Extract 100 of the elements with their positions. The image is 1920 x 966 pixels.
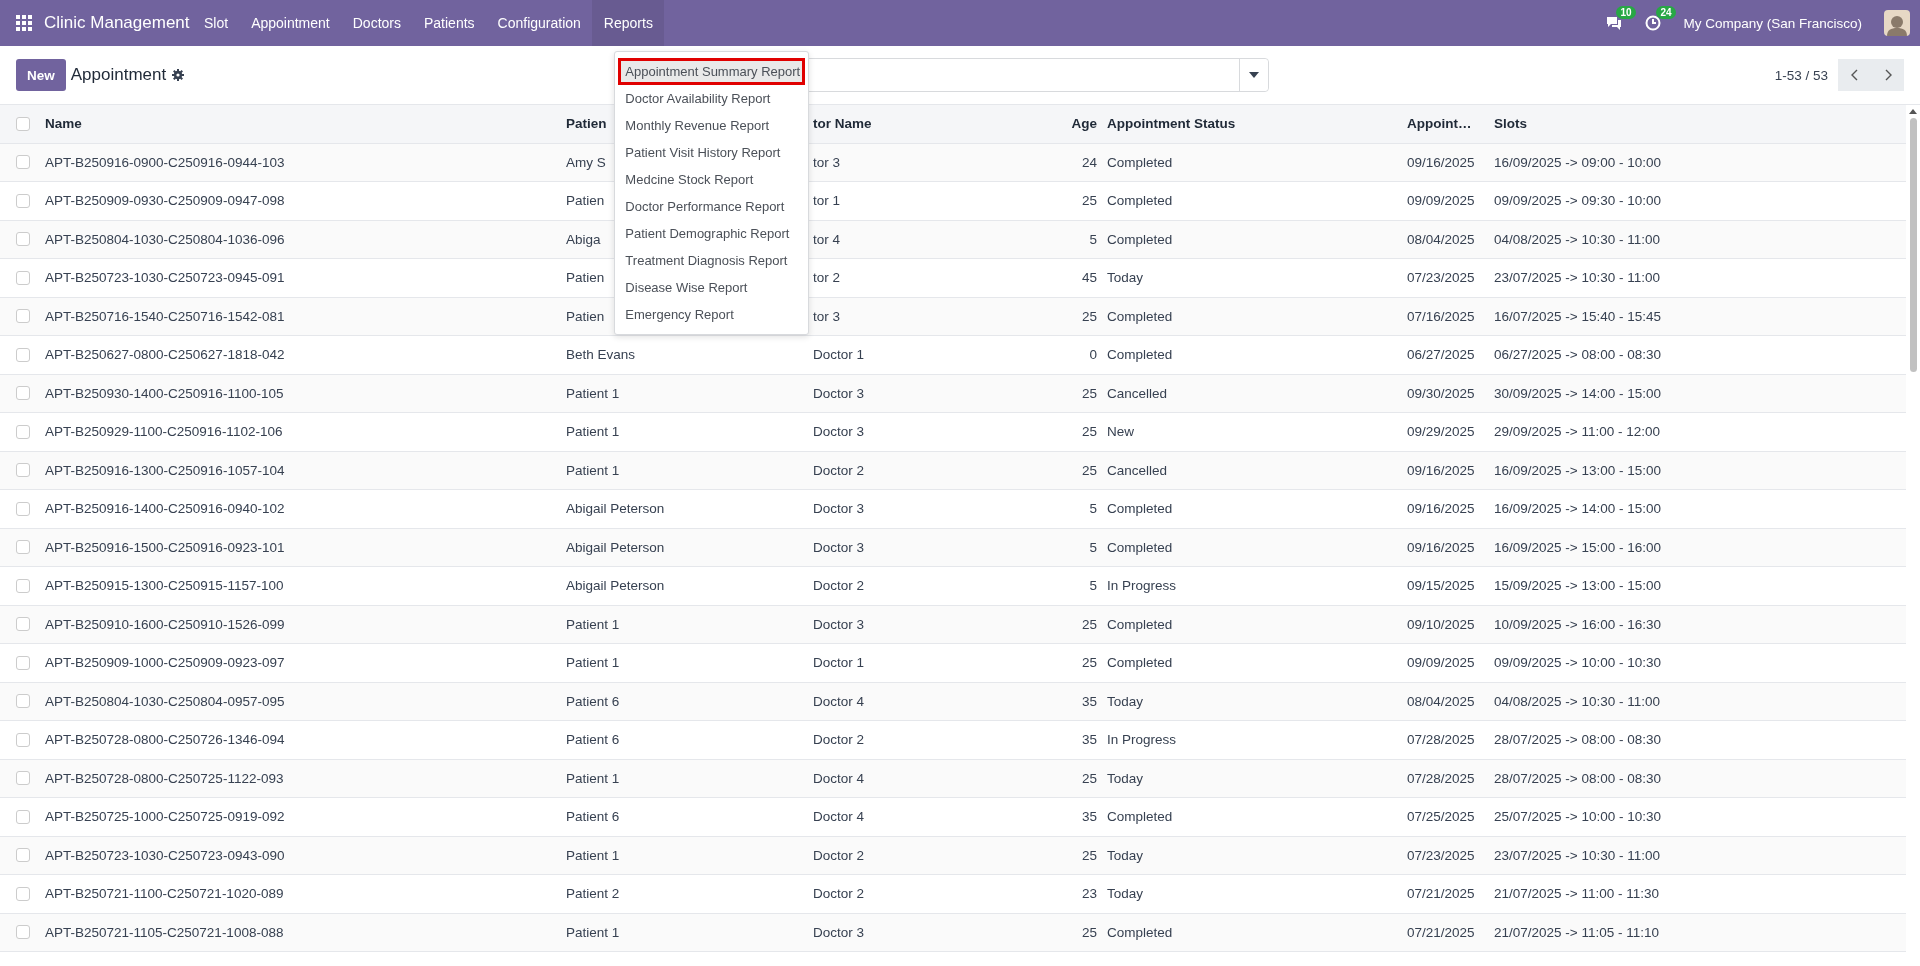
menu-item[interactable]: Slot: [192, 0, 240, 46]
table-cell: 09/16/2025: [1407, 539, 1475, 555]
table-cell: APT-B250627-0800-C250627-1818-042: [45, 347, 285, 363]
column-header[interactable]: Age: [1071, 116, 1097, 132]
table-cell: 21/07/2025 -> 11:00 - 11:30: [1494, 886, 1659, 902]
row-checkbox[interactable]: [16, 617, 30, 632]
table-cell: 21/07/2025 -> 11:05 - 11:10: [1494, 924, 1659, 940]
row-checkbox[interactable]: [16, 309, 30, 324]
table-cell: Patient 1: [566, 847, 620, 863]
menu-item[interactable]: Appointment: [239, 0, 342, 46]
column-header[interactable]: Patien: [566, 116, 607, 132]
column-header[interactable]: Appoint…: [1407, 116, 1472, 132]
row-checkbox[interactable]: [16, 463, 30, 478]
table-cell: Completed: [1107, 347, 1173, 363]
row-checkbox[interactable]: [16, 771, 30, 786]
table-cell: 16/09/2025 -> 13:00 - 15:00: [1494, 462, 1661, 478]
column-header[interactable]: Name: [45, 116, 82, 132]
menu-item[interactable]: Patients: [412, 0, 487, 46]
table-cell: 25: [1081, 924, 1097, 940]
table-cell: 25/07/2025 -> 10:00 - 10:30: [1494, 809, 1661, 825]
scrollbar-thumb[interactable]: [1909, 118, 1917, 372]
table-cell: 16/09/2025 -> 09:00 - 10:00: [1494, 154, 1661, 170]
table-cell: Doctor 1: [813, 655, 865, 671]
table-cell: Completed: [1107, 539, 1173, 555]
row-checkbox[interactable]: [16, 501, 30, 516]
next-page-button[interactable]: [1871, 59, 1904, 91]
row-checkbox[interactable]: [16, 655, 30, 670]
table-cell: 07/21/2025: [1407, 886, 1475, 902]
table-cell: 28/07/2025 -> 08:00 - 08:30: [1494, 770, 1661, 786]
row-checkbox[interactable]: [16, 155, 30, 170]
table-cell: Patien: [566, 270, 605, 286]
row-checkbox[interactable]: [16, 386, 30, 401]
row-checkbox[interactable]: [16, 809, 30, 824]
table-cell: tor 2: [813, 270, 840, 286]
row-checkbox[interactable]: [16, 578, 30, 593]
search-options-toggle[interactable]: [1239, 59, 1269, 91]
table-cell: 25: [1081, 193, 1097, 209]
column-header[interactable]: tor Name: [813, 116, 872, 132]
table-cell: Patient 1: [566, 385, 620, 401]
table-cell: 09/09/2025 -> 09:30 - 10:00: [1494, 193, 1661, 209]
row-checkbox[interactable]: [16, 347, 30, 362]
row-checkbox[interactable]: [16, 193, 30, 208]
gear-icon[interactable]: [172, 69, 185, 81]
pager-value: 1-53 / 53: [1774, 67, 1828, 83]
table-cell: 06/27/2025 -> 08:00 - 08:30: [1494, 347, 1661, 363]
table-cell: Cancelled: [1107, 385, 1168, 401]
menu-item[interactable]: Reports: [592, 0, 665, 46]
table-cell: Patient 6: [566, 693, 620, 709]
table-cell: 09/09/2025 -> 10:00 - 10:30: [1494, 655, 1661, 671]
table-cell: 09/16/2025: [1407, 462, 1475, 478]
table-cell: 29/09/2025 -> 11:00 - 12:00: [1494, 424, 1660, 440]
chat-icon[interactable]: [1605, 15, 1624, 31]
row-checkbox[interactable]: [16, 886, 30, 901]
row-checkbox[interactable]: [16, 540, 30, 555]
company-name[interactable]: My Company (San Francisco): [1683, 15, 1862, 31]
row-checkbox[interactable]: [16, 270, 30, 285]
new-button[interactable]: New: [16, 59, 66, 91]
column-header[interactable]: Appointment Status: [1107, 116, 1236, 132]
table-cell: 35: [1081, 693, 1097, 709]
table-cell: APT-B250723-1030-C250723-0945-091: [45, 270, 285, 286]
table-cell: APT-B250909-0930-C250909-0947-098: [45, 193, 285, 209]
table-cell: tor 3: [813, 308, 840, 324]
table-cell: Completed: [1107, 924, 1173, 940]
table-cell: Completed: [1107, 501, 1173, 517]
table-cell: APT-B250909-1000-C250909-0923-097: [45, 655, 285, 671]
previous-page-button[interactable]: [1838, 59, 1871, 91]
table-cell: Completed: [1107, 809, 1173, 825]
table-cell: Completed: [1107, 655, 1173, 671]
table-cell: Doctor 2: [813, 847, 865, 863]
table-cell: 25: [1081, 462, 1097, 478]
row-checkbox[interactable]: [16, 694, 30, 709]
table-cell: 45: [1081, 270, 1097, 286]
table-cell: Abiga: [566, 231, 601, 247]
column-header[interactable]: Slots: [1494, 116, 1527, 132]
row-checkbox[interactable]: [16, 925, 30, 940]
clock-icon[interactable]: [1645, 15, 1662, 31]
table-cell: 25: [1081, 308, 1097, 324]
user-avatar[interactable]: [1884, 10, 1910, 36]
table-cell: APT-B250916-0900-C250916-0944-103: [45, 154, 285, 170]
row-checkbox[interactable]: [16, 848, 30, 863]
table-cell: 23/07/2025 -> 10:30 - 11:00: [1494, 270, 1660, 286]
table-cell: Today: [1107, 886, 1144, 902]
table-cell: 09/09/2025: [1407, 655, 1475, 671]
row-checkbox[interactable]: [16, 424, 30, 439]
table-cell: 28/07/2025 -> 08:00 - 08:30: [1494, 732, 1661, 748]
table-cell: Today: [1107, 770, 1144, 786]
dropdown-item[interactable]: Appointment Summary Report: [618, 58, 806, 85]
row-checkbox[interactable]: [16, 232, 30, 247]
table-cell: 07/23/2025: [1407, 270, 1475, 286]
table-cell: 04/08/2025 -> 10:30 - 11:00: [1494, 231, 1660, 247]
menu-item[interactable]: Doctors: [341, 0, 413, 46]
table-cell: Completed: [1107, 616, 1173, 632]
table-cell: Cancelled: [1107, 462, 1168, 478]
table-cell: 5: [1089, 501, 1097, 517]
select-all-checkbox[interactable]: [16, 116, 30, 131]
menu-item[interactable]: Configuration: [486, 0, 593, 46]
table-cell: Patient 1: [566, 424, 620, 440]
row-checkbox[interactable]: [16, 732, 30, 747]
table-cell: tor 4: [813, 231, 840, 247]
table-cell: Beth Evans: [566, 347, 636, 363]
